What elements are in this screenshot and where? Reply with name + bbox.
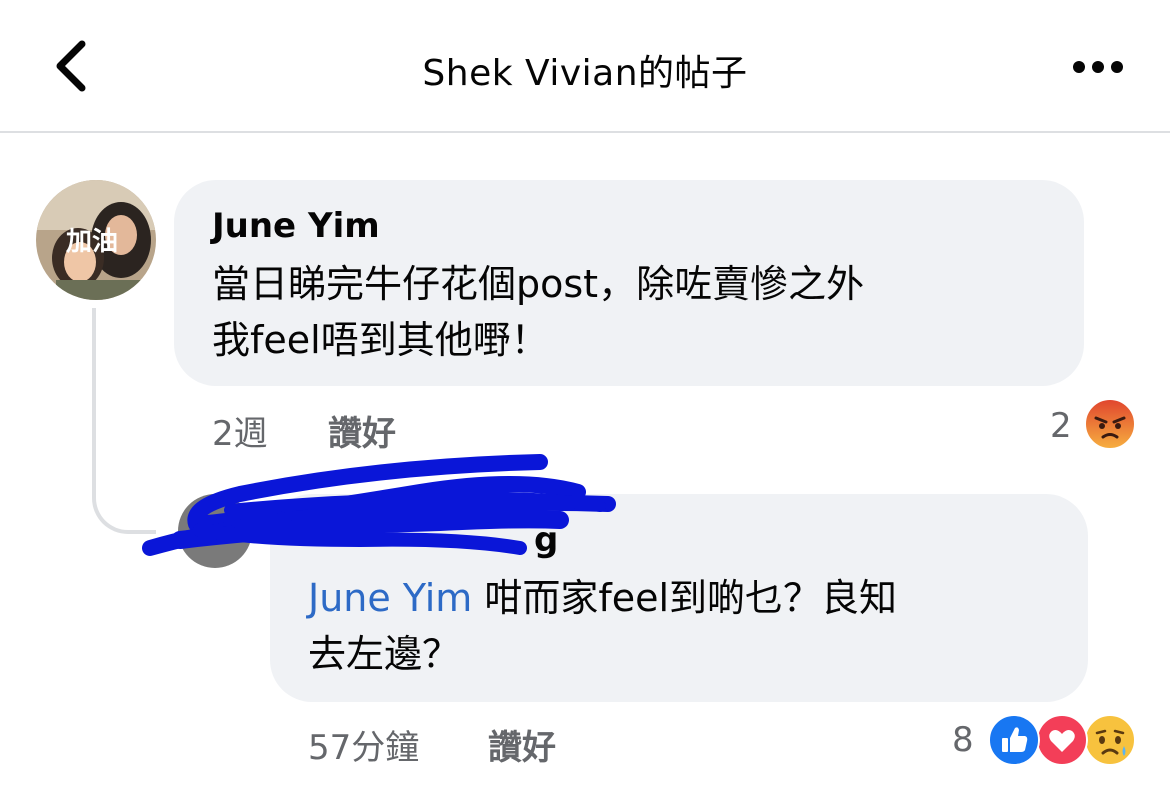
comment-text: June Yim 咁而家feel到啲乜？良知 去左邊？ bbox=[308, 570, 897, 682]
comment-text-span: 咁而家feel到啲乜？良知 bbox=[472, 576, 898, 620]
comment-text: 當日睇完牛仔花個post，除咗賣慘之外 我feel唔到其他嘢！ bbox=[212, 256, 864, 368]
like-button[interactable]: 讚好 bbox=[328, 406, 396, 455]
comment-author[interactable]: g bbox=[534, 520, 558, 560]
comment-text-line: June Yim 咁而家feel到啲乜？良知 bbox=[308, 570, 897, 626]
love-reaction-icon bbox=[1036, 714, 1088, 766]
mention-link[interactable]: June Yim bbox=[308, 576, 472, 620]
sad-reaction-icon bbox=[1084, 714, 1136, 766]
like-reaction-icon bbox=[988, 714, 1040, 766]
like-button[interactable]: 讚好 bbox=[488, 720, 556, 769]
top-bar: Shek Vivian的帖子 bbox=[0, 0, 1170, 133]
angry-reaction-icon bbox=[1084, 398, 1136, 450]
comment-author[interactable]: June Yim bbox=[212, 206, 380, 246]
page-title: Shek Vivian的帖子 bbox=[422, 53, 748, 94]
reaction-count[interactable]: 2 bbox=[1050, 406, 1072, 446]
comment-text-line: 我feel唔到其他嘢！ bbox=[212, 318, 549, 362]
comment-timestamp: 2週 bbox=[212, 414, 268, 454]
more-dots-icon bbox=[1073, 61, 1123, 73]
reply-thread-line bbox=[92, 308, 156, 534]
reaction-count[interactable]: 8 bbox=[952, 720, 974, 760]
avatar[interactable] bbox=[178, 494, 252, 568]
comment-text-line: 當日睇完牛仔花個post，除咗賣慘之外 bbox=[212, 262, 865, 306]
more-options-button[interactable] bbox=[1070, 54, 1126, 80]
comment-text-line: 去左邊？ bbox=[308, 632, 461, 676]
svg-text:加油: 加油 bbox=[66, 227, 118, 257]
avatar[interactable]: 加油 bbox=[36, 180, 156, 300]
comment-timestamp: 57分鐘 bbox=[308, 728, 420, 768]
